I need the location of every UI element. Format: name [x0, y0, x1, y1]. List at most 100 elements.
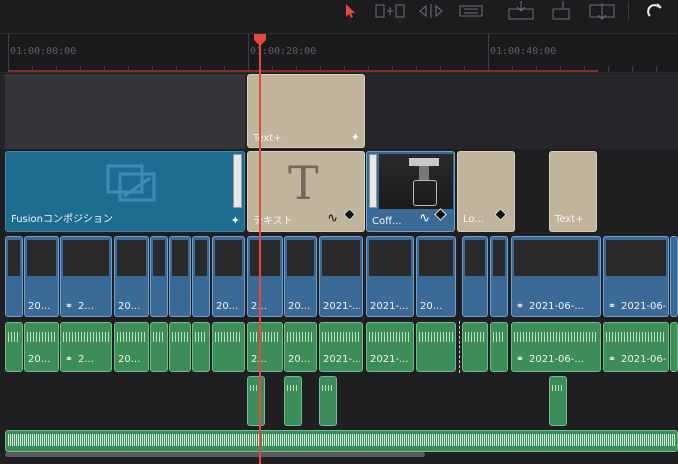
- track-a1: 20... ⚭2... 20... 2... 20... 2021-... 20…: [0, 321, 678, 373]
- video-clip[interactable]: ⚭2021-06-...: [511, 236, 601, 317]
- video-clip[interactable]: 20...: [212, 236, 245, 317]
- audio-clip[interactable]: [319, 376, 337, 426]
- clip-handle[interactable]: [233, 154, 242, 208]
- audio-clip[interactable]: [5, 322, 23, 372]
- audio-clip[interactable]: [169, 322, 191, 372]
- curve-icon: ∿: [327, 211, 338, 226]
- clip-label: ⚭ 2...: [64, 354, 94, 365]
- clip-label: 20...: [28, 301, 51, 312]
- audio-clip[interactable]: 20...: [114, 322, 149, 372]
- audio-clip[interactable]: 20...: [24, 322, 59, 372]
- overwrite-clip-icon[interactable]: [548, 0, 574, 22]
- blade-icon[interactable]: [455, 0, 487, 22]
- clip-label: 20...: [28, 354, 51, 365]
- video-clip[interactable]: 2...: [247, 236, 283, 317]
- video-clip[interactable]: [169, 236, 191, 317]
- timecode-label: 01:00:40:00: [490, 46, 557, 57]
- video-clip[interactable]: 2021-...: [319, 236, 363, 317]
- playhead-line: [259, 40, 261, 464]
- clip-label: 20...: [118, 301, 141, 312]
- audio-clip[interactable]: [549, 376, 567, 426]
- sparkle-icon: ✦: [230, 214, 240, 227]
- toolbar-divider: [628, 2, 629, 20]
- track-v3: Text+ ✦: [0, 74, 678, 149]
- audio-clip[interactable]: 2021-...: [319, 322, 363, 372]
- clip-handle[interactable]: [369, 154, 377, 208]
- audio-clip[interactable]: 2...: [247, 322, 283, 372]
- timecode-ruler[interactable]: 01:00:00:00 01:00:20:00 01:00:40:00: [0, 34, 678, 73]
- replace-clip-icon[interactable]: [586, 0, 618, 22]
- video-clip[interactable]: [192, 236, 210, 317]
- track-a3: [0, 429, 678, 464]
- selection-pointer-icon[interactable]: [340, 0, 360, 22]
- keyframe-icon: [494, 204, 507, 223]
- audio-clip[interactable]: ⚭ 2...: [60, 322, 112, 372]
- audio-clip[interactable]: ⚭2021-06-...: [603, 322, 669, 372]
- music-clip[interactable]: [5, 430, 678, 452]
- audio-clip[interactable]: [192, 322, 210, 372]
- video-clip[interactable]: [5, 236, 23, 317]
- video-clip[interactable]: [150, 236, 168, 317]
- timeline-toolbar: [0, 0, 678, 34]
- clip-label: 20...: [118, 354, 141, 365]
- keyframe-icon: [343, 204, 356, 223]
- clip-label: Coff...: [372, 216, 402, 227]
- fusion-composition-clip[interactable]: Fusionコンポジション ✦: [5, 151, 245, 232]
- insert-clip-icon[interactable]: [504, 0, 538, 22]
- clip-label: 20...: [288, 354, 311, 365]
- clip-label: ⚭ 2...: [64, 301, 94, 312]
- video-clip[interactable]: 20...: [24, 236, 59, 317]
- clip-label: ⚭2021-06-...: [607, 301, 666, 312]
- audio-clip[interactable]: [150, 322, 168, 372]
- lo-clip[interactable]: Lo...: [457, 151, 515, 232]
- audio-clip[interactable]: [462, 322, 488, 372]
- track-v2: Fusionコンポジション ✦ T テキスト ∿ Coff... ∿ Lo...…: [0, 150, 678, 234]
- video-clip[interactable]: [670, 236, 678, 317]
- textplus-clip[interactable]: Text+: [549, 151, 597, 232]
- audio-clip[interactable]: [247, 376, 265, 426]
- audio-clip[interactable]: [416, 322, 456, 372]
- edit-point-marker: [459, 321, 460, 373]
- clip-label: Fusionコンポジション: [11, 214, 113, 225]
- clip-label: 2021-...: [370, 354, 409, 365]
- audio-clip[interactable]: 20...: [284, 322, 317, 372]
- audio-clip[interactable]: [490, 322, 508, 372]
- keyframe-icon: [434, 204, 447, 223]
- video-clip[interactable]: ⚭ 2...: [60, 236, 112, 317]
- audio-clip[interactable]: [670, 322, 678, 372]
- text-title-icon: T: [288, 156, 319, 210]
- audio-clip[interactable]: [284, 376, 302, 426]
- link-icon: ⚭: [515, 301, 525, 312]
- video-clip[interactable]: [490, 236, 508, 317]
- clip-label: Lo...: [463, 214, 484, 225]
- clip-label: 2021-...: [370, 301, 409, 312]
- video-clip[interactable]: 20...: [284, 236, 317, 317]
- clip-label: ⚭2021-06-...: [515, 354, 584, 365]
- video-clip[interactable]: 20...: [416, 236, 456, 317]
- text-clip[interactable]: T テキスト ∿: [247, 151, 365, 232]
- video-clip[interactable]: [462, 236, 488, 317]
- snapping-icon[interactable]: [642, 0, 666, 22]
- audio-clip[interactable]: [212, 322, 245, 372]
- track-v3-gap: [5, 74, 245, 149]
- horizontal-scrollbar[interactable]: [5, 452, 425, 457]
- clip-label: 20...: [288, 301, 311, 312]
- clip-label: 2...: [251, 354, 280, 365]
- trim-icon[interactable]: [374, 0, 406, 22]
- video-clip[interactable]: 2021-...: [366, 236, 414, 317]
- dynamic-trim-icon[interactable]: [415, 0, 447, 22]
- textplus-clip[interactable]: Text+ ✦: [247, 74, 365, 148]
- coffee-clip[interactable]: Coff... ∿: [366, 151, 455, 232]
- clip-label: Text+: [253, 133, 282, 144]
- audio-clip[interactable]: 2021-...: [366, 322, 414, 372]
- link-icon: ⚭: [607, 301, 617, 312]
- clip-label: ⚭2021-06-...: [607, 354, 666, 365]
- fusion-composition-icon: [106, 164, 156, 202]
- link-icon: ⚭: [607, 354, 617, 365]
- curve-icon: ∿: [419, 211, 430, 226]
- video-clip[interactable]: ⚭2021-06-...: [603, 236, 669, 317]
- audio-clip[interactable]: ⚭2021-06-...: [511, 322, 601, 372]
- video-clip[interactable]: 20...: [114, 236, 149, 317]
- clip-label: 20...: [216, 301, 239, 312]
- track-v1: 20... ⚭2... 20... 20... 2... 20... 2021-…: [0, 235, 678, 319]
